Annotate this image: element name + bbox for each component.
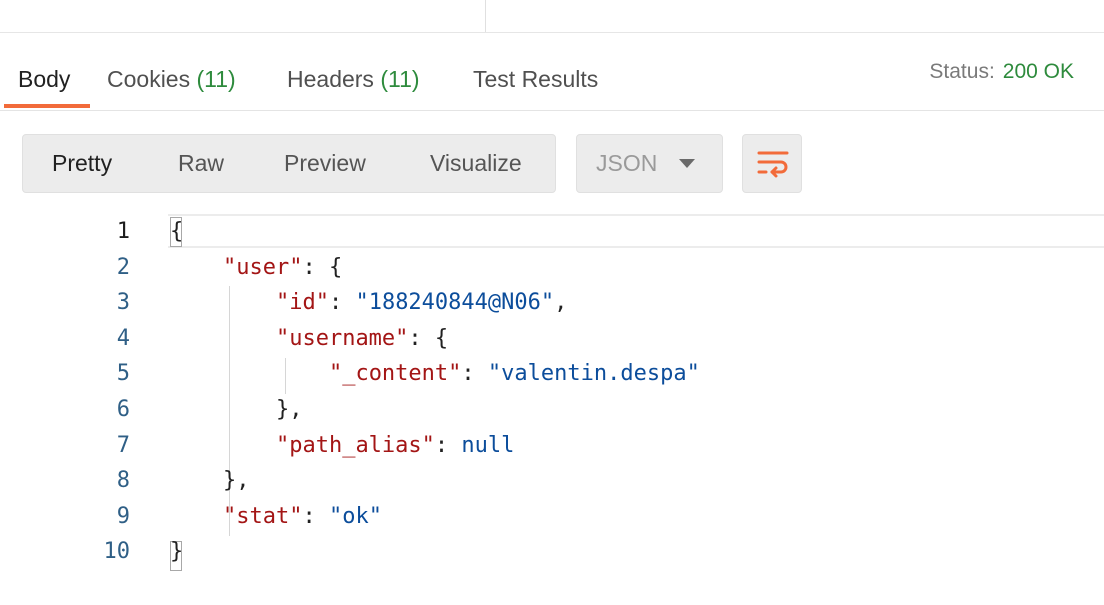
tab-headers[interactable]: Headers (11) [287, 66, 420, 110]
format-dropdown[interactable]: JSON [576, 134, 723, 193]
json-key: "_content" [328, 361, 462, 387]
code-line: }, [170, 463, 250, 499]
json-punctuation: : [328, 290, 356, 316]
json-punctuation: { [170, 219, 184, 244]
code-line: }, [170, 392, 303, 428]
json-punctuation [170, 361, 329, 386]
json-punctuation: : [461, 361, 488, 387]
json-punctuation: : { [408, 325, 449, 351]
panel-divider [485, 0, 486, 32]
code-line: { [170, 214, 183, 250]
active-tab-indicator [4, 104, 90, 108]
code-line: "stat": "ok" [170, 499, 382, 535]
json-punctuation: : [434, 432, 462, 458]
json-key: "stat" [222, 503, 303, 529]
code-line: "user": { [170, 250, 342, 286]
chevron-down-icon [679, 159, 695, 168]
view-preview-button[interactable]: Preview [284, 135, 366, 192]
view-pretty-button[interactable]: Pretty [52, 135, 112, 192]
code-editor[interactable]: 1 2 3 4 5 6 7 8 9 10{ "user": { "id": "188240844@… [0, 214, 1104, 574]
code-line: "_content": "valentin.despa" [170, 356, 700, 392]
json-string: "ok" [328, 503, 382, 529]
tab-headers-label: Headers [287, 66, 374, 92]
format-selected: JSON [596, 150, 658, 176]
code-line: "id": "188240844@N06", [170, 285, 567, 321]
json-punctuation: : { [302, 254, 343, 280]
view-raw-button[interactable]: Raw [178, 135, 224, 192]
wrap-lines-icon [757, 151, 789, 178]
line-number: 9 [116, 503, 130, 529]
code-line: } [170, 534, 183, 570]
status-value: 200 OK [1002, 60, 1074, 83]
json-punctuation: } [170, 539, 184, 565]
status-label: Status: [929, 60, 995, 83]
json-punctuation [170, 433, 276, 458]
line-number: 2 [116, 254, 130, 280]
tab-test-results-label: Test Results [473, 66, 599, 92]
wrap-lines-button[interactable] [742, 134, 802, 193]
tab-body-label: Body [18, 66, 71, 92]
tab-cookies-label: Cookies [107, 66, 191, 92]
json-key: "path_alias" [275, 432, 435, 458]
code-line: "username": { [170, 321, 448, 357]
tab-cookies-count: (11) [196, 66, 236, 92]
line-number: 4 [116, 325, 130, 351]
request-panel-edge [0, 0, 1104, 33]
json-null: null [461, 432, 515, 458]
line-number: 6 [116, 397, 130, 422]
tabs-divider [0, 110, 1104, 111]
json-key: "user" [222, 254, 303, 280]
json-punctuation [170, 326, 276, 351]
json-punctuation [170, 504, 223, 529]
tab-headers-count: (11) [380, 66, 420, 92]
json-punctuation: }, [170, 468, 250, 494]
json-punctuation: }, [170, 397, 303, 422]
line-number: 1 [116, 219, 130, 244]
response-status: Status: 200 OK [929, 60, 1074, 84]
json-string: "valentin.despa" [487, 361, 700, 387]
view-mode-selector: Pretty Raw Preview Visualize [22, 134, 556, 193]
tab-cookies[interactable]: Cookies (11) [107, 66, 236, 110]
line-number: 8 [116, 468, 130, 494]
json-string: "188240844@N06" [355, 290, 555, 316]
json-punctuation: , [554, 290, 568, 316]
line-number: 3 [116, 290, 130, 316]
json-key: "id" [275, 290, 329, 316]
code-line: "path_alias": null [170, 428, 514, 464]
current-line-highlight [168, 214, 1104, 248]
line-number: 10 [103, 539, 131, 565]
json-punctuation: : [302, 503, 329, 529]
tab-test-results[interactable]: Test Results [473, 66, 598, 110]
json-punctuation [170, 290, 276, 315]
json-punctuation [170, 255, 223, 280]
line-number: 5 [116, 361, 130, 387]
line-number: 7 [116, 432, 130, 458]
json-key: "username" [275, 325, 409, 351]
view-visualize-button[interactable]: Visualize [430, 135, 522, 192]
